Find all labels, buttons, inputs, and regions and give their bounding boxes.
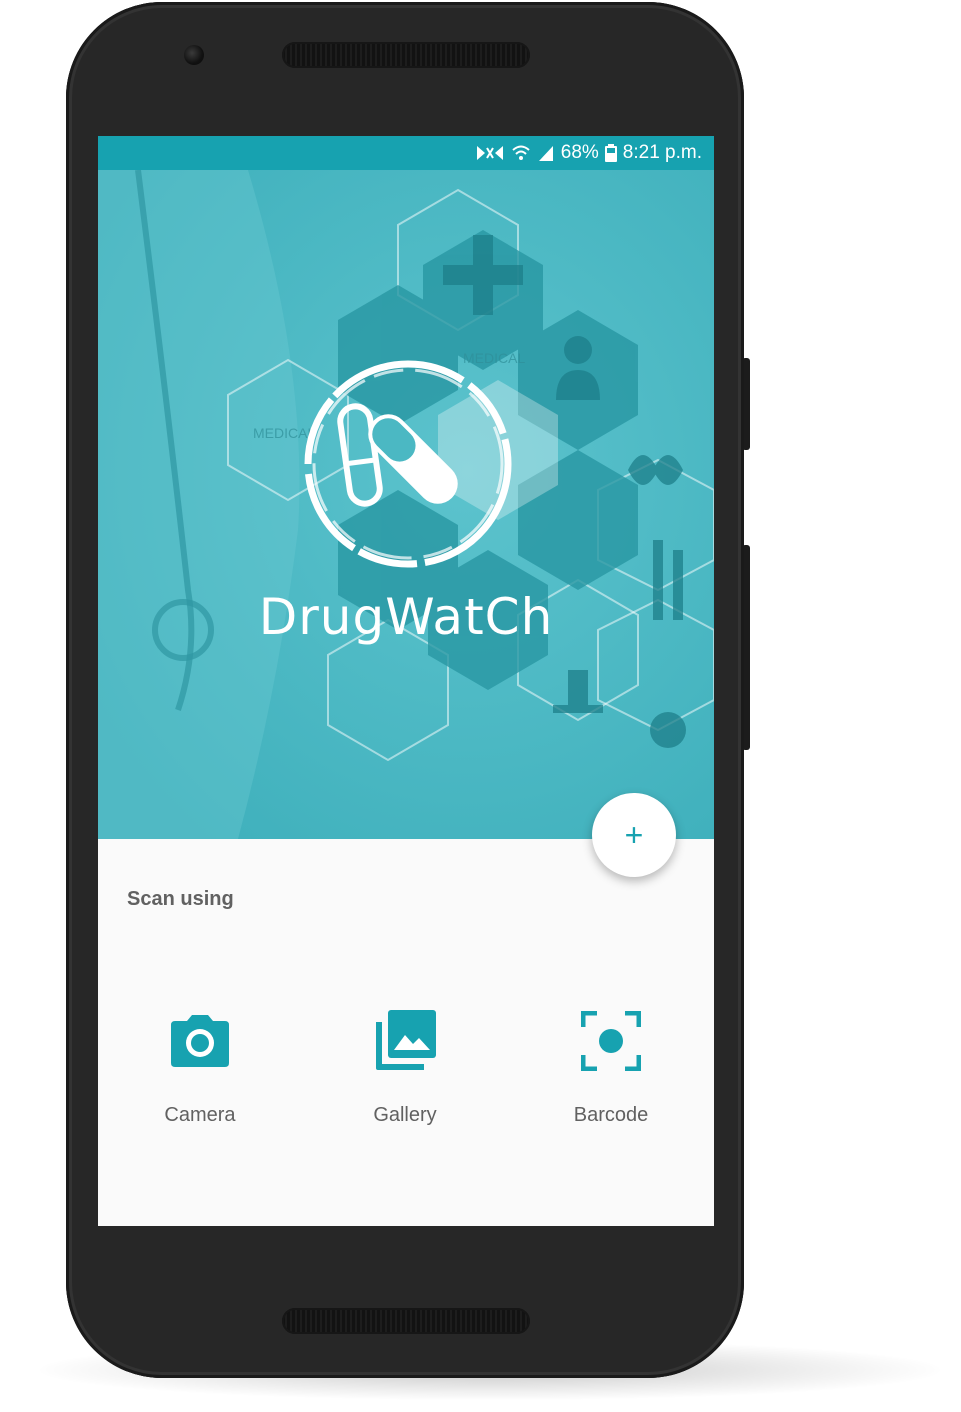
gallery-option[interactable]: Gallery	[330, 1006, 480, 1146]
bottom-speaker	[282, 1308, 530, 1334]
camera-icon	[165, 1006, 235, 1076]
add-button[interactable]: +	[592, 793, 676, 877]
scan-section-title: Scan using	[127, 888, 234, 910]
app-screen: 68% 8:21 p.m. MEDICAL MEDICAL DrugWatCh …	[98, 136, 714, 1226]
battery-icon	[604, 144, 617, 162]
barcode-scan-icon	[576, 1006, 646, 1076]
app-title: DrugWatCh	[258, 588, 554, 646]
scan-options: Camera Gallery Barcode	[98, 1006, 714, 1146]
app-logo-icon	[304, 360, 512, 568]
battery-percent: 68%	[560, 142, 599, 163]
mute-icon	[475, 144, 505, 162]
signal-icon	[537, 144, 555, 162]
status-bar: 68% 8:21 p.m.	[98, 136, 714, 170]
wifi-icon	[511, 144, 531, 162]
camera-option[interactable]: Camera	[125, 1006, 275, 1146]
clock: 8:21 p.m.	[622, 142, 702, 163]
hero-banner: MEDICAL MEDICAL DrugWatCh	[98, 170, 714, 839]
top-speaker	[282, 42, 530, 68]
front-camera	[184, 45, 204, 65]
barcode-option[interactable]: Barcode	[536, 1006, 686, 1146]
gallery-icon	[370, 1006, 440, 1076]
camera-label: Camera	[164, 1104, 236, 1126]
gallery-label: Gallery	[373, 1104, 437, 1126]
barcode-label: Barcode	[573, 1104, 649, 1126]
